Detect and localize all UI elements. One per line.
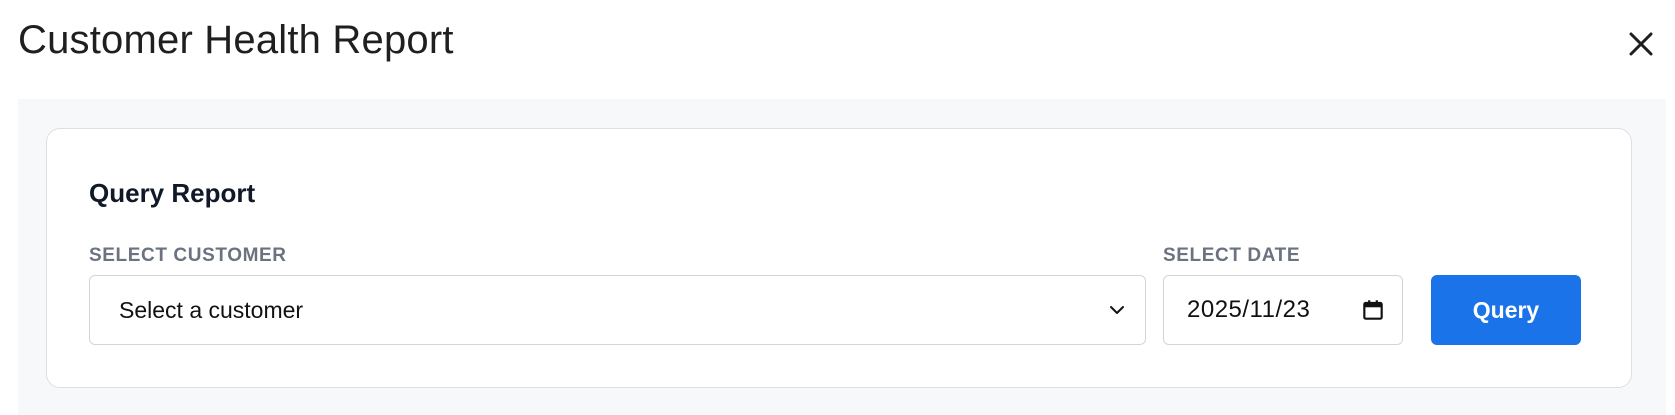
customer-health-report-dialog: Customer Health Report Query Report SELE… [0,0,1675,415]
customer-select-value: Select a customer [119,297,304,323]
customer-label: SELECT CUSTOMER [89,245,287,266]
close-icon [1629,32,1653,56]
date-input[interactable]: 2025/11/23 [1163,275,1403,345]
date-label: SELECT DATE [1163,245,1301,266]
card-title: Query Report [89,178,256,208]
close-button[interactable] [1621,24,1661,64]
customer-select[interactable]: Select a customer [89,275,1146,345]
chevron-down-icon [1110,306,1124,314]
query-button[interactable]: Query [1431,275,1581,345]
content-panel: Query Report SELECT CUSTOMER Select a cu… [18,99,1666,415]
calendar-icon[interactable] [1360,297,1386,323]
dialog-title: Customer Health Report [18,18,454,62]
date-value: 2025/11/23 [1187,296,1311,323]
query-report-card: Query Report SELECT CUSTOMER Select a cu… [46,128,1632,388]
